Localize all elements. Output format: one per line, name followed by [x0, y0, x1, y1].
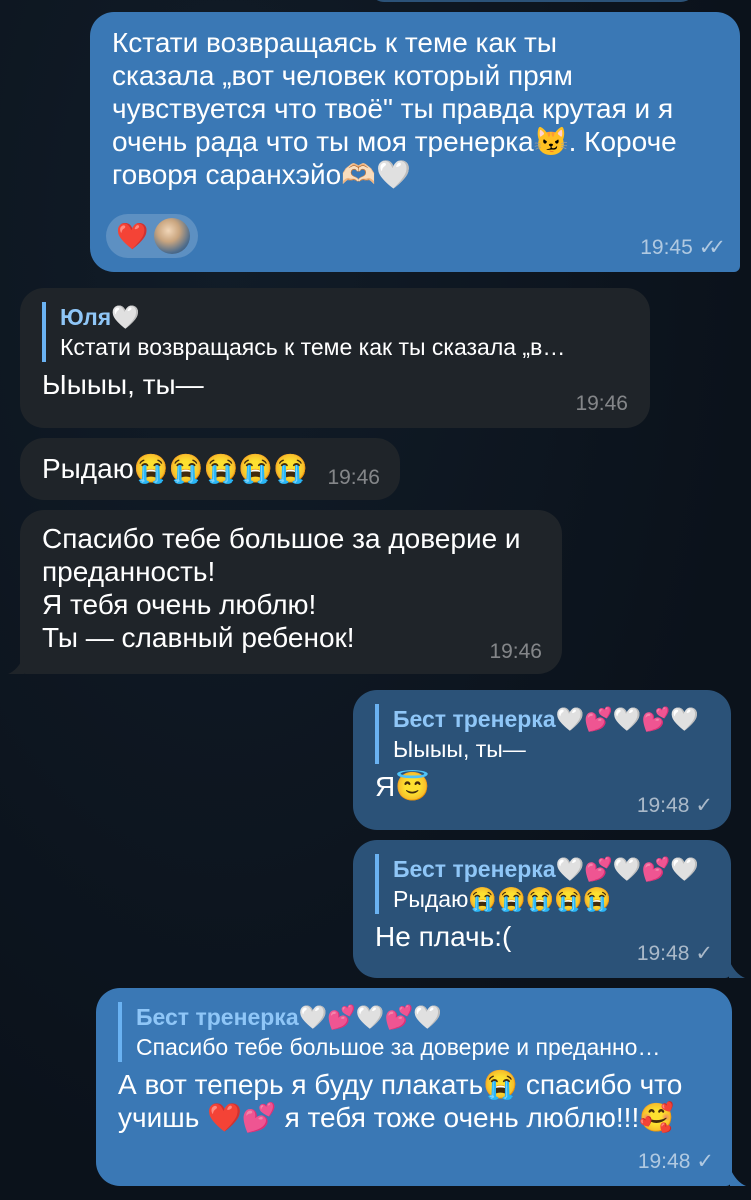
message-text: А вот теперь я буду плакать😭 спасибо что…: [118, 1069, 683, 1133]
reply-author: Бест тренерка🤍💕🤍💕🤍: [393, 706, 699, 732]
message-text: Спасибо тебе большое за доверие и предан…: [42, 523, 521, 653]
reply-text: Рыдаю😭😭😭😭😭: [393, 886, 612, 912]
message-text: Кстати возвращаясь к теме как ты сказала…: [112, 27, 677, 190]
message-time: 19:45 ✓✓: [640, 231, 726, 264]
outgoing-message[interactable]: Бест тренерка🤍💕🤍💕🤍 Рыдаю😭😭😭😭😭 Не плачь:(…: [353, 840, 731, 978]
reply-quote[interactable]: Бест тренерка🤍💕🤍💕🤍 Ыыыы, ты—: [375, 704, 709, 764]
check-icon: ✓: [695, 794, 713, 817]
incoming-message[interactable]: Спасибо тебе большое за доверие и предан…: [20, 510, 562, 674]
reply-quote[interactable]: Юля🤍 Кстати возвращаясь к теме как ты ск…: [42, 302, 628, 362]
outgoing-message[interactable]: Бест тренерка🤍💕🤍💕🤍 Спасибо тебе большое …: [96, 988, 732, 1186]
heart-reaction-icon: ❤️: [116, 220, 149, 251]
reply-author: Юля🤍: [60, 304, 140, 330]
message-time: 19:46: [489, 640, 542, 663]
double-check-icon: ✓✓: [698, 236, 726, 259]
previous-message-edge: [370, 0, 695, 2]
message-time: 19:46: [575, 392, 628, 415]
reaction-chip[interactable]: ❤️: [106, 214, 199, 258]
message-time: 19:48 ✓: [637, 789, 713, 822]
outgoing-message[interactable]: Бест тренерка🤍💕🤍💕🤍 Ыыыы, ты— Я😇 19:48 ✓: [353, 690, 731, 830]
check-icon: ✓: [695, 942, 713, 965]
reply-text: Ыыыы, ты—: [393, 736, 526, 762]
reply-quote[interactable]: Бест тренерка🤍💕🤍💕🤍 Спасибо тебе большое …: [118, 1002, 710, 1062]
reply-text: Спасибо тебе большое за доверие и предан…: [136, 1034, 661, 1060]
bubble-tail: [8, 656, 24, 674]
reply-author: Бест тренерка🤍💕🤍💕🤍: [393, 856, 699, 882]
reactor-avatar: [154, 218, 191, 254]
bubble-tail: [729, 960, 745, 978]
message-time: 19:48 ✓: [637, 937, 713, 970]
reply-quote[interactable]: Бест тренерка🤍💕🤍💕🤍 Рыдаю😭😭😭😭😭: [375, 854, 709, 914]
message-text: Ыыыы, ты—: [42, 369, 204, 400]
bubble-tail: [730, 1168, 746, 1186]
incoming-message[interactable]: Юля🤍 Кстати возвращаясь к теме как ты ск…: [20, 288, 650, 428]
reply-text: Кстати возвращаясь к теме как ты сказала…: [60, 334, 566, 360]
outgoing-message[interactable]: Кстати возвращаясь к теме как ты сказала…: [90, 12, 740, 272]
incoming-message[interactable]: Рыдаю😭😭😭😭😭 19:46: [20, 438, 400, 500]
message-time: 19:48 ✓: [638, 1145, 714, 1178]
message-time: 19:46: [327, 466, 380, 489]
check-icon: ✓: [696, 1150, 714, 1173]
reply-author: Бест тренерка🤍💕🤍💕🤍: [136, 1004, 442, 1030]
